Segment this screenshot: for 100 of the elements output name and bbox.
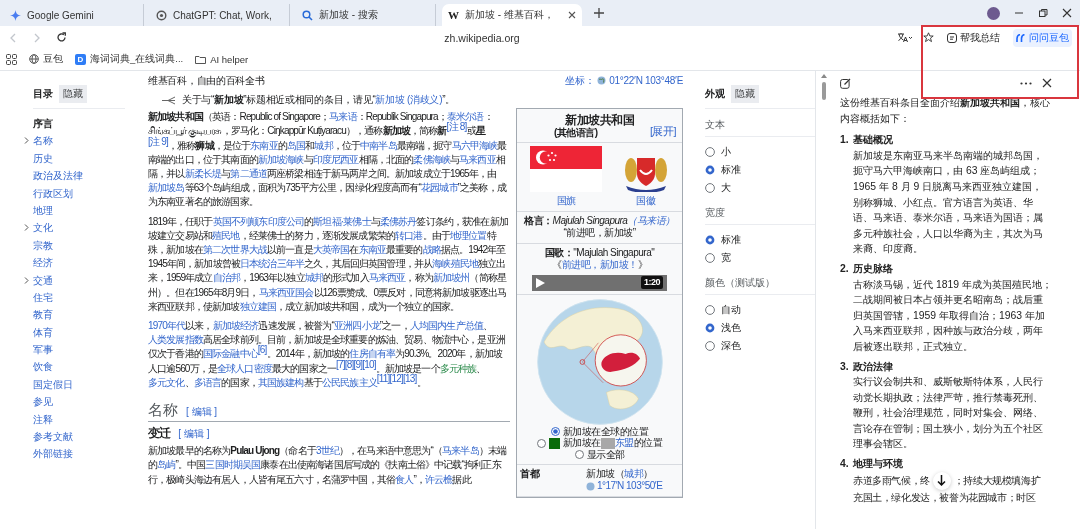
radio-button[interactable] <box>705 147 715 157</box>
link[interactable]: 马来半岛 <box>442 445 479 457</box>
link[interactable]: 第二通道 <box>230 168 267 179</box>
close-icon[interactable] <box>1062 8 1072 18</box>
link[interactable]: 泰米尔语 <box>446 111 484 123</box>
reference-link[interactable]: [11][12][13] <box>376 372 417 384</box>
link[interactable]: 马来西亚国会 <box>258 286 314 298</box>
link[interactable]: 地理位置 <box>450 229 487 241</box>
coordinates-link[interactable]: 01°22′N 103°48′E <box>609 73 683 89</box>
link[interactable]: 城邦 <box>304 272 323 284</box>
reference-link[interactable]: [注 8] <box>446 121 467 133</box>
image-caption-link[interactable]: 国徽 <box>636 195 656 208</box>
link[interactable]: 中南半岛 <box>360 139 397 151</box>
edit-link[interactable]: [ 编辑 ] <box>186 405 218 420</box>
link[interactable]: 斯坦福·莱佛士 <box>313 215 371 227</box>
reload-icon[interactable] <box>56 32 67 43</box>
bookmark-link[interactable]: 豆包 <box>43 52 63 66</box>
link[interactable]: 柔佛苏丹 <box>379 215 417 227</box>
scroll-down-button[interactable] <box>932 471 951 490</box>
link[interactable]: 人类发展指数 <box>148 334 203 346</box>
hide-button[interactable]: 隐藏 <box>731 85 759 103</box>
link[interactable]: 马来语 <box>329 111 357 123</box>
link[interactable]: 3世纪 <box>315 445 339 457</box>
radio-button[interactable] <box>574 450 584 460</box>
link[interactable]: 马六甲海峡 <box>451 139 498 151</box>
link[interactable]: 马来西亚 <box>368 272 406 284</box>
scroll-up-icon[interactable] <box>821 74 827 78</box>
toc-link[interactable]: 历史 <box>33 152 53 164</box>
link[interactable]: 城邦 <box>314 139 333 151</box>
hide-button[interactable]: 隐藏 <box>59 85 87 103</box>
browser-tab[interactable]: 新加坡 - 搜索 <box>296 4 436 26</box>
link[interactable]: 英国不列颠东印度公司 <box>212 215 305 227</box>
star-icon[interactable] <box>923 32 934 43</box>
translate-icon[interactable] <box>897 32 913 43</box>
toc-link[interactable]: 教育 <box>33 309 53 321</box>
bookmark-folder[interactable]: AI helper <box>210 53 249 65</box>
toc-link[interactable]: 政治及法律 <box>33 170 83 182</box>
play-icon[interactable] <box>536 277 545 288</box>
toc-link[interactable]: 名称 <box>33 135 53 147</box>
link[interactable]: 全球人口密度 <box>217 362 272 374</box>
link[interactable]: 岛国 <box>286 139 306 151</box>
reference-link[interactable]: [7][8][9][10] <box>336 358 376 370</box>
toc-link[interactable]: 交通 <box>33 274 53 286</box>
toc-link[interactable]: 住宅 <box>33 291 53 303</box>
link[interactable]: 国际金融中心 <box>202 348 258 360</box>
link[interactable]: 柔佛海峡 <box>413 153 450 165</box>
radio-button[interactable] <box>705 323 715 333</box>
new-tab-icon[interactable] <box>594 8 604 18</box>
link[interactable]: 自治邦 <box>212 272 241 284</box>
browser-tab[interactable]: W 新加坡 - 维基百科， <box>442 4 582 26</box>
link[interactable]: 1970年代 <box>148 320 186 332</box>
radio-button[interactable] <box>705 253 715 263</box>
link[interactable]: 住房自有率 <box>349 348 396 360</box>
toc-link[interactable]: 国定假日 <box>33 378 73 390</box>
more-icon[interactable] <box>1020 81 1032 85</box>
toc-link[interactable]: 地理 <box>33 204 53 216</box>
link[interactable]: 新加坡 (消歧义) <box>375 94 443 105</box>
link[interactable]: 战略 <box>422 244 441 256</box>
link[interactable]: 海峡殖民地 <box>432 258 478 270</box>
link[interactable]: 大英帝国 <box>312 244 350 256</box>
scrollbar-thumb[interactable] <box>822 82 826 100</box>
link[interactable]: 第二次世界大战 <box>202 244 267 256</box>
link[interactable]: 印度尼西亚 <box>312 153 359 165</box>
toc-link[interactable]: 外部链接 <box>33 448 73 460</box>
link[interactable]: 前进吧，新加坡！ <box>561 259 638 271</box>
link[interactable]: 殖民地 <box>212 229 240 241</box>
link[interactable]: 新加坡岛 <box>148 182 185 194</box>
link[interactable]: 岛屿 <box>157 459 176 471</box>
link[interactable]: （马来语） <box>627 214 675 226</box>
toc-link[interactable]: 注释 <box>33 413 53 425</box>
reference-link[interactable]: [注 9] <box>148 135 168 147</box>
link[interactable]: 食人 <box>395 473 414 485</box>
link[interactable]: 新加坡海峡 <box>257 153 304 165</box>
link[interactable]: 东盟 <box>614 437 634 449</box>
link[interactable]: 新加坡经济 <box>212 320 259 332</box>
ask-button[interactable]: 问问豆包 <box>1013 28 1072 47</box>
link[interactable]: 新加坡州 <box>432 272 470 284</box>
link[interactable]: 东南亚 <box>358 244 386 256</box>
toc-link[interactable]: 行政区划 <box>33 187 73 199</box>
radio-button[interactable] <box>705 183 715 193</box>
close-icon[interactable] <box>1042 78 1052 88</box>
toc-link[interactable]: 参考文献 <box>33 431 73 443</box>
link[interactable]: 新柔长堤 <box>184 168 222 179</box>
link[interactable]: 日本统治三年半 <box>240 258 305 270</box>
bookmark-link[interactable]: 海词词典_在线词典... <box>90 52 184 66</box>
toc-link[interactable]: 军事 <box>33 344 53 356</box>
expand-link[interactable]: [展开] <box>649 124 676 138</box>
reference-link[interactable]: [6] <box>257 344 267 356</box>
toc-link[interactable]: 体育 <box>33 326 53 338</box>
radio-button[interactable] <box>705 165 715 175</box>
link[interactable]: 许云樵 <box>425 473 453 485</box>
toc-link[interactable]: 经济 <box>33 257 53 269</box>
browser-tab[interactable]: ChatGPT: Chat, Work, <box>150 4 290 26</box>
close-icon[interactable] <box>568 11 576 19</box>
toc-link[interactable]: 参见 <box>33 396 53 408</box>
link[interactable]: 其国族建构 <box>257 376 304 388</box>
radio-button[interactable] <box>705 235 715 245</box>
toc-link[interactable]: 饮食 <box>33 361 53 373</box>
link[interactable]: 转口港 <box>395 229 423 241</box>
link[interactable]: 三国时期吴国 <box>205 459 261 471</box>
